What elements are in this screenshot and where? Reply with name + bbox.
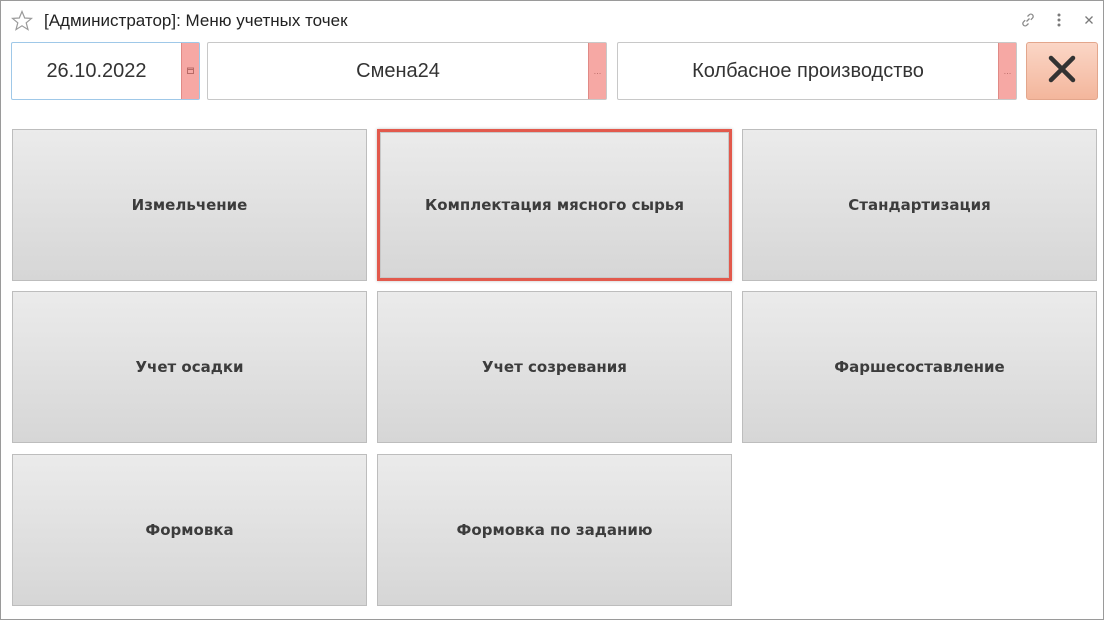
menu-tile-forming-by-task[interactable]: Формовка по заданию (377, 454, 732, 606)
menu-tile-forming[interactable]: Формовка (12, 454, 367, 606)
close-button[interactable] (1026, 42, 1098, 100)
production-select-button[interactable]: ... (998, 43, 1016, 99)
star-icon[interactable] (10, 9, 34, 32)
close-icon[interactable] (1080, 11, 1098, 29)
shift-select-button[interactable]: ... (588, 43, 606, 99)
shift-value[interactable]: Смена24 (208, 43, 588, 99)
menu-tile-standardization[interactable]: Стандартизация (742, 129, 1097, 281)
app-window: [Администратор]: Меню учетных точек 26.1… (0, 0, 1104, 620)
production-value[interactable]: Колбасное производство (618, 43, 998, 99)
more-vertical-icon[interactable] (1050, 11, 1068, 29)
menu-tile-maturation[interactable]: Учет созревания (377, 291, 732, 443)
menu-tile-meat-picking[interactable]: Комплектация мясного сырья (377, 129, 732, 281)
window-title: [Администратор]: Меню учетных точек (44, 11, 348, 30)
menu-tile-settling[interactable]: Учет осадки (12, 291, 367, 443)
shift-field[interactable]: Смена24 ... (207, 42, 607, 100)
close-x-icon (1047, 54, 1077, 88)
title-bar: [Администратор]: Меню учетных точек (1, 1, 1103, 39)
calendar-button[interactable] (181, 43, 199, 99)
link-icon[interactable] (1019, 11, 1037, 29)
production-field[interactable]: Колбасное производство ... (617, 42, 1017, 100)
date-field[interactable]: 26.10.2022 (11, 42, 200, 100)
menu-tile-mince-composition[interactable]: Фаршесоставление (742, 291, 1097, 443)
date-value[interactable]: 26.10.2022 (12, 43, 181, 99)
menu-tile-grinding[interactable]: Измельчение (12, 129, 367, 281)
calendar-icon (187, 67, 194, 76)
